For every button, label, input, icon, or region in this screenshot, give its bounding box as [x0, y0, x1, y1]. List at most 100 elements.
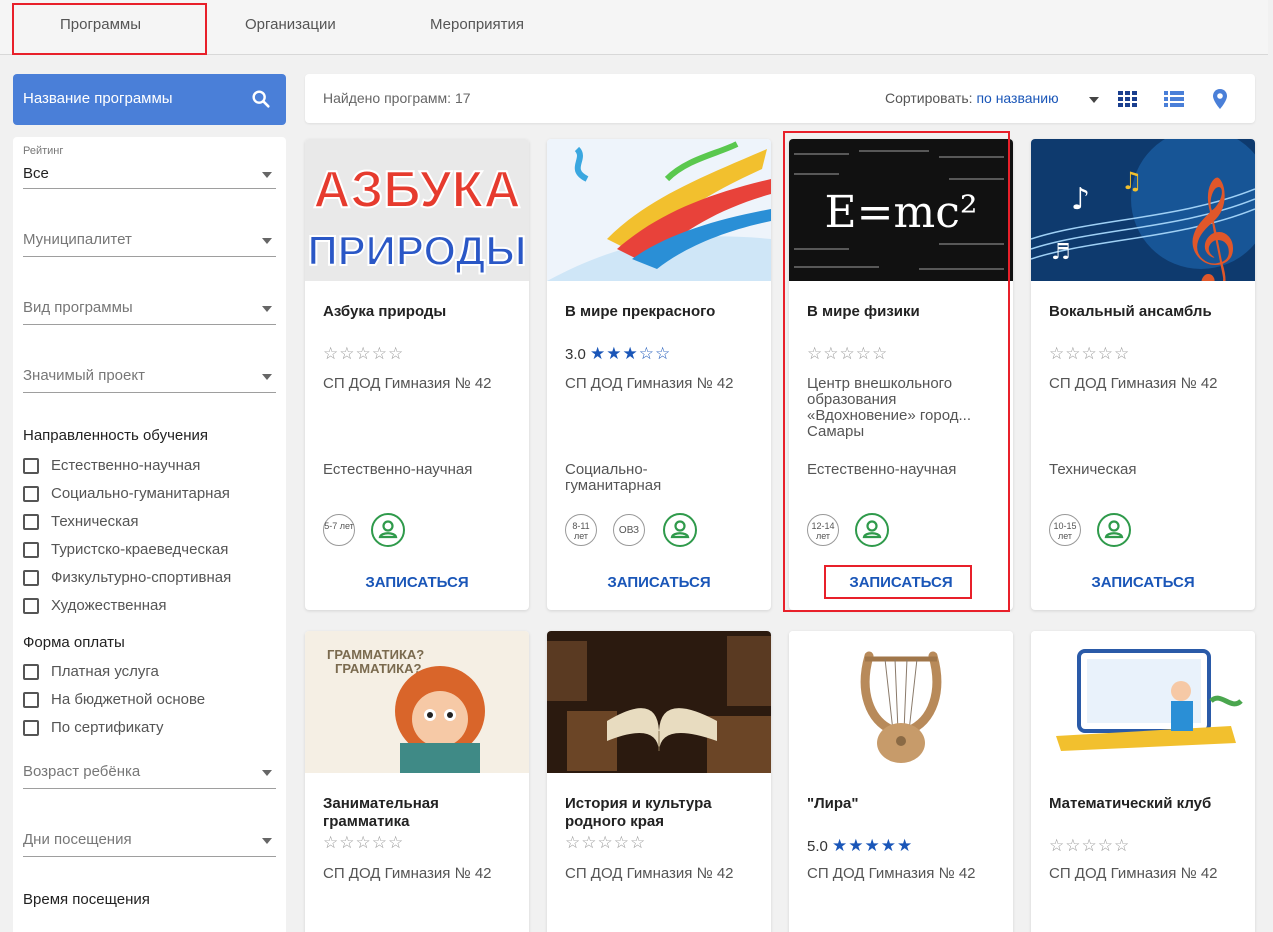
program-organization: СП ДОД Гимназия № 42 [565, 865, 734, 882]
age-badge: 10-15 лет [1049, 514, 1081, 546]
program-card[interactable]: В мире прекрасного 3.0 ★★★☆☆ СП ДОД Гимн… [547, 139, 771, 610]
program-rating: 3.0 ★★★☆☆ [565, 344, 671, 364]
program-rating: 5.0 ★★★★★ [807, 836, 913, 856]
svg-text:𝄞: 𝄞 [1181, 175, 1238, 281]
star-rating-icons: ☆☆☆☆☆ [1049, 344, 1131, 363]
program-image [789, 631, 1013, 773]
chevron-down-icon [262, 374, 272, 380]
program-rating: ☆☆☆☆☆ [1049, 344, 1130, 364]
chevron-down-icon [262, 306, 272, 312]
program-organization: СП ДОД Гимназия № 42 [1049, 865, 1218, 882]
checkbox-icon [23, 720, 39, 736]
found-count: Найдено программ: 17 [323, 90, 471, 106]
program-image [1031, 631, 1255, 773]
results-header: Найдено программ: 17 Сортировать: по наз… [305, 74, 1255, 123]
enroll-button[interactable]: ЗАПИСАТЬСЯ [547, 574, 771, 591]
direction-option: Художественная [51, 597, 167, 614]
program-name-search-button[interactable]: Название программы [13, 74, 286, 125]
svg-text:♪: ♪ [1071, 182, 1090, 217]
program-title: В мире прекрасного [565, 303, 716, 320]
program-rating: ☆☆☆☆☆ [1049, 836, 1130, 856]
payment-option: По сертификату [51, 719, 164, 736]
program-card[interactable]: История и культура родного края ☆☆☆☆☆ СП… [547, 631, 771, 932]
program-direction: Естественно-научная [323, 461, 473, 478]
chevron-down-icon[interactable] [1089, 97, 1099, 103]
rating-value: 5.0 [807, 838, 828, 855]
ovz-badge: ОВЗ [613, 514, 645, 546]
checkbox-icon [23, 598, 39, 614]
checkbox-icon [23, 542, 39, 558]
rating-value: 3.0 [565, 346, 586, 363]
rating-value: Все [23, 165, 49, 182]
star-rating-icons: ★★★☆☆ [590, 344, 672, 363]
tab-events[interactable]: Мероприятия [430, 16, 524, 33]
payment-option: Платная услуга [51, 663, 159, 680]
child-age-select[interactable]: Возраст ребёнка [23, 751, 276, 789]
program-organization: СП ДОД Гимназия № 42 [323, 865, 492, 882]
person-icon [371, 513, 405, 547]
program-title: История и культура родного края [565, 795, 712, 830]
highlight-physics-card [783, 131, 1010, 612]
project-placeholder: Значимый проект [23, 367, 145, 384]
tab-organizations[interactable]: Организации [245, 16, 336, 33]
direction-option: Техническая [51, 513, 139, 530]
checkbox-icon [23, 664, 39, 680]
age-badge: 8-11 лет [565, 514, 597, 546]
checkbox-icon [23, 486, 39, 502]
chevron-down-icon [262, 238, 272, 244]
star-rating-icons: ☆☆☆☆☆ [323, 833, 405, 852]
person-icon [663, 513, 697, 547]
chevron-down-icon [262, 770, 272, 776]
program-card[interactable]: АЗБУКА ПРИРОДЫ Азбука природы ☆☆☆☆☆ СП Д… [305, 139, 529, 610]
program-image [547, 631, 771, 773]
star-rating-icons: ☆☆☆☆☆ [565, 833, 647, 852]
program-card[interactable]: "Лира" 5.0 ★★★★★ СП ДОД Гимназия № 42 [789, 631, 1013, 932]
chevron-down-icon [262, 838, 272, 844]
checkbox-icon [23, 570, 39, 586]
star-rating-icons: ★★★★★ [832, 836, 914, 855]
rating-select[interactable]: Рейтинг Все [23, 145, 276, 189]
program-organization: СП ДОД Гимназия № 42 [323, 375, 492, 392]
municipality-select[interactable]: Муниципалитет [23, 219, 276, 257]
age-badge: 5-7 лет [323, 514, 355, 546]
payment-option: На бюджетной основе [51, 691, 206, 708]
enroll-button[interactable]: ЗАПИСАТЬСЯ [1031, 574, 1255, 591]
svg-text:АЗБУКА: АЗБУКА [313, 161, 521, 219]
grid-view-icon[interactable] [1117, 88, 1139, 110]
project-select[interactable]: Значимый проект [23, 355, 276, 393]
map-pin-icon[interactable] [1209, 88, 1231, 110]
program-direction: Социально-гуманитарная [565, 461, 662, 494]
days-select[interactable]: Дни посещения [23, 819, 276, 857]
child-age-placeholder: Возраст ребёнка [23, 763, 141, 780]
person-icon [1097, 513, 1131, 547]
filter-sidebar: Рейтинг Все Муниципалитет Вид программы … [13, 137, 286, 932]
program-title: Вокальный ансамбль [1049, 303, 1212, 320]
sort-label: Сортировать: [885, 90, 973, 106]
sort-value: по названию [976, 90, 1059, 106]
list-view-icon[interactable] [1163, 88, 1185, 110]
sort-control[interactable]: Сортировать: по названию [885, 90, 1059, 106]
program-organization: СП ДОД Гимназия № 42 [565, 375, 734, 392]
program-type-placeholder: Вид программы [23, 299, 133, 316]
rating-label: Рейтинг [23, 145, 64, 157]
svg-text:ГРАММАТИКА?: ГРАММАТИКА? [327, 647, 424, 662]
municipality-placeholder: Муниципалитет [23, 231, 132, 248]
program-type-select[interactable]: Вид программы [23, 287, 276, 325]
checkbox-icon [23, 514, 39, 530]
checkbox-icon [23, 458, 39, 474]
program-card[interactable]: ГРАММАТИКА? ГРАМАТИКА? Занимательная гра… [305, 631, 529, 932]
program-card[interactable]: Математический клуб ☆☆☆☆☆ СП ДОД Гимнази… [1031, 631, 1255, 932]
direction-option: Естественно-научная [51, 457, 201, 474]
search-icon [252, 90, 270, 108]
chevron-down-icon [262, 172, 272, 178]
program-title: Математический клуб [1049, 795, 1212, 812]
program-card[interactable]: 𝄞 ♪ ♫ ♬ Вокальный ансамбль ☆☆☆☆☆ СП ДОД … [1031, 139, 1255, 610]
program-direction: Техническая [1049, 461, 1137, 478]
direction-option: Социально-гуманитарная [51, 485, 230, 502]
svg-text:ПРИРОДЫ: ПРИРОДЫ [307, 227, 526, 274]
direction-option: Физкультурно-спортивная [51, 569, 232, 586]
program-image: ГРАММАТИКА? ГРАМАТИКА? [305, 631, 529, 773]
time-title: Время посещения [23, 891, 150, 908]
program-image: 𝄞 ♪ ♫ ♬ [1031, 139, 1255, 281]
enroll-button[interactable]: ЗАПИСАТЬСЯ [305, 574, 529, 591]
